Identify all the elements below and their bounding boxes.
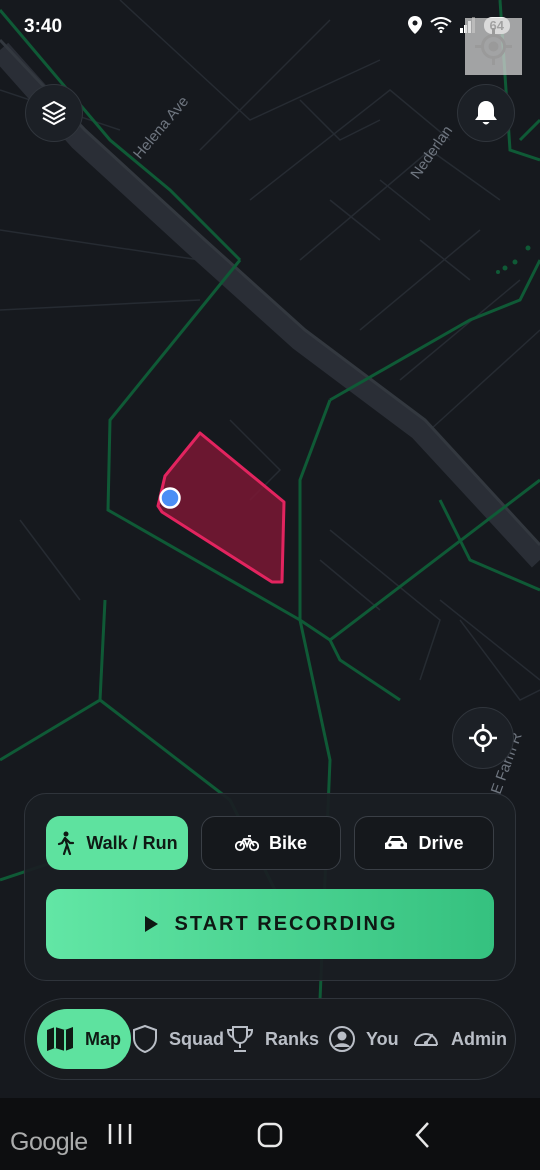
play-icon [144, 916, 158, 932]
nav-ranks[interactable]: Ranks [225, 1009, 319, 1069]
nav-squad[interactable]: Squad [131, 1009, 224, 1069]
recenter-button[interactable] [452, 707, 514, 769]
map-canvas: Helena Ave Nederlan E Farm R [0, 0, 540, 1001]
nav-label: Admin [451, 1028, 507, 1049]
street-label: Nederlan [407, 123, 456, 183]
shield-icon [133, 1024, 157, 1054]
mode-bike-button[interactable]: Bike [201, 816, 341, 870]
walk-icon [58, 831, 75, 855]
layers-icon [42, 101, 66, 125]
nav-label: Map [85, 1028, 121, 1049]
gps-status-overlay [465, 18, 522, 75]
status-time: 3:40 [24, 16, 63, 37]
mode-label: Bike [268, 832, 308, 853]
wifi-icon [429, 17, 452, 33]
mode-walk-run-button[interactable]: Walk / Run [46, 816, 188, 870]
user-icon [329, 1026, 355, 1052]
map-icon [47, 1027, 73, 1051]
mode-drive-button[interactable]: Drive [354, 816, 494, 870]
layers-button[interactable] [25, 84, 83, 142]
car-icon [385, 836, 408, 849]
gps-target-icon [475, 28, 512, 65]
start-recording-label: START RECORDING [174, 912, 398, 935]
crosshair-icon [469, 724, 497, 752]
nav-you[interactable]: You [328, 1009, 399, 1069]
trophy-icon [226, 1026, 254, 1052]
nav-map[interactable]: Map [37, 1009, 131, 1069]
nav-label: You [366, 1028, 399, 1049]
mode-label: Walk / Run [86, 832, 178, 853]
user-location-dot [159, 487, 181, 509]
mode-label: Drive [418, 832, 464, 853]
bottom-nav: Map Squad Ranks You Admin [24, 998, 516, 1080]
street-label: Helena Ave [130, 93, 192, 162]
nav-label: Ranks [265, 1028, 320, 1049]
bike-icon [234, 835, 259, 852]
location-icon [407, 16, 422, 34]
recent-apps-icon [108, 1124, 132, 1144]
map-view[interactable]: Helena Ave Nederlan E Farm R [0, 0, 540, 1170]
back-icon [415, 1122, 429, 1148]
map-attribution: Google [10, 1128, 88, 1156]
start-recording-button[interactable]: START RECORDING [46, 889, 494, 959]
status-bar: 3:40 64 [0, 0, 540, 56]
nav-admin[interactable]: Admin [411, 1009, 507, 1069]
notifications-button[interactable] [457, 84, 515, 142]
home-icon [257, 1122, 283, 1148]
bell-icon [475, 101, 497, 125]
nav-label: Squad [169, 1028, 225, 1049]
speedometer-icon [414, 1033, 438, 1046]
activity-mode-panel: Walk / Run Bike Drive START RECORDING [24, 793, 516, 981]
